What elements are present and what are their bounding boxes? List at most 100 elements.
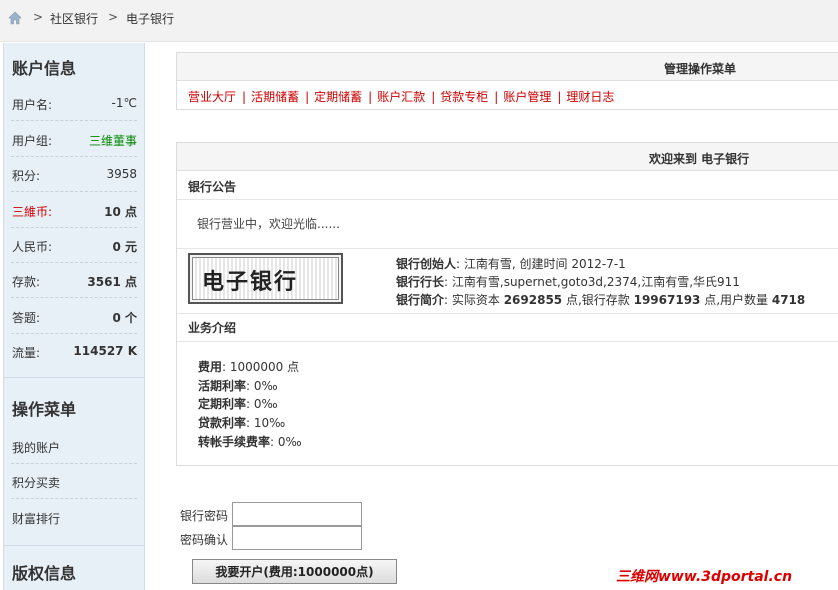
president-label: 银行行长: [396, 275, 445, 289]
sidebar-item-label[interactable]: 我的账户: [12, 439, 60, 456]
menu-link-current-deposit[interactable]: 活期储蓄: [251, 90, 299, 104]
menu-divider: |: [431, 90, 436, 104]
account-row-label: 答题:: [12, 311, 41, 325]
account-row-traffic: 流量: 114527 K: [11, 334, 137, 369]
account-row-answers: 答题: 0 个: [11, 299, 137, 334]
copyright-title: 版权信息: [12, 564, 77, 583]
menu-divider: |: [557, 90, 562, 104]
intro-line: 银行简介: 实际资本 2692855 点,银行存款 19967193 点,用户数…: [396, 291, 805, 308]
account-row-username: 用户名: -1℃: [11, 86, 137, 121]
operation-menu-title: 操作菜单: [12, 400, 77, 419]
capital-value: 2692855: [503, 293, 563, 307]
divider: [177, 199, 838, 200]
breadcrumb-community-bank[interactable]: 社区银行: [50, 10, 98, 27]
account-row-value: 0 元: [112, 240, 137, 254]
menu-link-remittance[interactable]: 账户汇款: [377, 90, 425, 104]
founder-label: 银行创始人: [396, 257, 457, 271]
confirm-password-input[interactable]: [232, 526, 362, 550]
fee-value: : 0‰: [246, 379, 278, 393]
divider: [177, 341, 838, 342]
welcome-title: 欢迎来到 电子银行: [649, 152, 750, 166]
founder-value: : 江南有雪, 创建时间 2012-7-1: [456, 257, 626, 271]
breadcrumb-e-bank[interactable]: 电子银行: [126, 10, 174, 27]
sidebar-item-my-account[interactable]: 我的账户: [11, 429, 137, 464]
menu-link-account-manage[interactable]: 账户管理: [503, 90, 551, 104]
fee-line: 费用: 1000000 点: [198, 358, 299, 375]
user-count-value: 4718: [771, 293, 806, 307]
current-rate-line: 活期利率: 0‰: [198, 377, 278, 394]
intro-text: : 实际资本: [444, 293, 504, 307]
sidebar-divider: [4, 377, 145, 378]
sidebar-item-wealth-ranking[interactable]: 财富排行: [11, 500, 137, 535]
fee-label: 转帐手续费率: [198, 435, 271, 449]
divider: [177, 313, 838, 314]
menu-link-lobby[interactable]: 营业大厅: [188, 90, 236, 104]
account-row-label: 人民币:: [12, 240, 53, 254]
panel-header: 欢迎来到 电子银行: [177, 143, 838, 171]
fee-label: 活期利率: [198, 379, 247, 393]
account-row-points: 积分: 3958: [11, 157, 137, 192]
fixed-rate-line: 定期利率: 0‰: [198, 395, 278, 412]
menu-divider: |: [242, 90, 247, 104]
notice-text: 银行营业中，欢迎光临......: [197, 217, 340, 231]
account-row-coins: 三維币: 10 点: [11, 193, 137, 228]
fee-value: : 10‰: [246, 416, 286, 430]
account-row-label: 存款:: [12, 275, 41, 289]
deposit-value: 19967193: [633, 293, 701, 307]
watermark: 三维网www.3dportal.cn: [616, 569, 793, 585]
logo-text: 电子银行: [202, 270, 299, 295]
management-menu-links: 营业大厅 | 活期储蓄 | 定期储蓄 | 账户汇款 | 贷款专柜 | 账户管理 | 理财日志: [188, 88, 614, 105]
sidebar-item-label[interactable]: 积分买卖: [12, 474, 60, 491]
sidebar-divider: [4, 545, 145, 546]
bank-password-input[interactable]: [232, 502, 362, 526]
intro-label: 银行简介: [396, 293, 445, 307]
open-account-button[interactable]: 我要开户(费用:1000000点): [192, 559, 397, 584]
breadcrumb: > 社区银行 > 电子银行: [0, 0, 838, 42]
menu-divider: |: [305, 90, 310, 104]
management-menu-panel: 管理操作菜单 营业大厅 | 活期储蓄 | 定期储蓄 | 账户汇款 | 贷款专柜 | 账户管理 | 理财日…: [176, 52, 838, 110]
menu-link-fixed-deposit[interactable]: 定期储蓄: [314, 90, 362, 104]
fee-value: : 0‰: [270, 435, 302, 449]
fee-value: : 1000000 点: [222, 360, 300, 374]
account-row-value: 三维董事: [88, 134, 137, 148]
account-row-value: 3958: [106, 167, 137, 181]
sidebar-item-label[interactable]: 财富排行: [12, 510, 60, 527]
home-icon[interactable]: [8, 11, 22, 25]
breadcrumb-separator: >: [33, 10, 44, 24]
confirm-password-label: 密码确认: [180, 533, 229, 547]
intro-text: 点,银行存款: [562, 293, 634, 307]
divider: [177, 248, 838, 249]
account-row-label: 积分:: [12, 169, 41, 183]
account-row-rmb: 人民币: 0 元: [11, 228, 137, 263]
account-row-value: 114527 K: [73, 344, 137, 358]
account-row-label: 用户名:: [12, 98, 53, 112]
president-value: : 江南有雪,supernet,goto3d,2374,江南有雪,华氏911: [444, 275, 740, 289]
fee-value: : 0‰: [246, 397, 278, 411]
intro-text: 点,用户数量: [700, 293, 772, 307]
loan-rate-line: 贷款利率: 10‰: [198, 414, 285, 431]
account-row-label: 流量:: [12, 346, 41, 360]
account-row-value: 0 个: [112, 311, 137, 325]
fee-label: 费用: [198, 360, 223, 374]
account-row-label: 三維币:: [12, 205, 53, 219]
management-menu-title: 管理操作菜单: [664, 62, 737, 76]
account-row-value: 10 点: [104, 205, 137, 219]
menu-link-loan-counter[interactable]: 贷款专柜: [440, 90, 488, 104]
password-label: 银行密码: [180, 509, 229, 523]
sidebar: 账户信息 用户名: -1℃ 用户组: 三维董事 积分: 3958 三維币: 10…: [3, 43, 145, 590]
menu-divider: |: [494, 90, 499, 104]
fee-label: 定期利率: [198, 397, 247, 411]
account-row-deposit: 存款: 3561 点: [11, 263, 137, 298]
account-info-title: 账户信息: [12, 59, 77, 78]
president-line: 银行行长: 江南有雪,supernet,goto3d,2374,江南有雪,华氏9…: [396, 273, 740, 290]
account-row-value: -1℃: [111, 96, 137, 110]
transfer-rate-line: 转帐手续费率: 0‰: [198, 433, 302, 450]
menu-link-finance-log[interactable]: 理财日志: [566, 90, 614, 104]
sidebar-item-points-trade[interactable]: 积分买卖: [11, 464, 137, 499]
panel-header: 管理操作菜单: [177, 53, 838, 81]
account-row-value: 3561 点: [87, 275, 137, 289]
bank-logo: 电子银行: [188, 253, 343, 304]
breadcrumb-separator: >: [108, 10, 119, 24]
founder-line: 银行创始人: 江南有雪, 创建时间 2012-7-1: [396, 255, 626, 272]
account-row-usergroup: 用户组: 三维董事: [11, 122, 137, 157]
